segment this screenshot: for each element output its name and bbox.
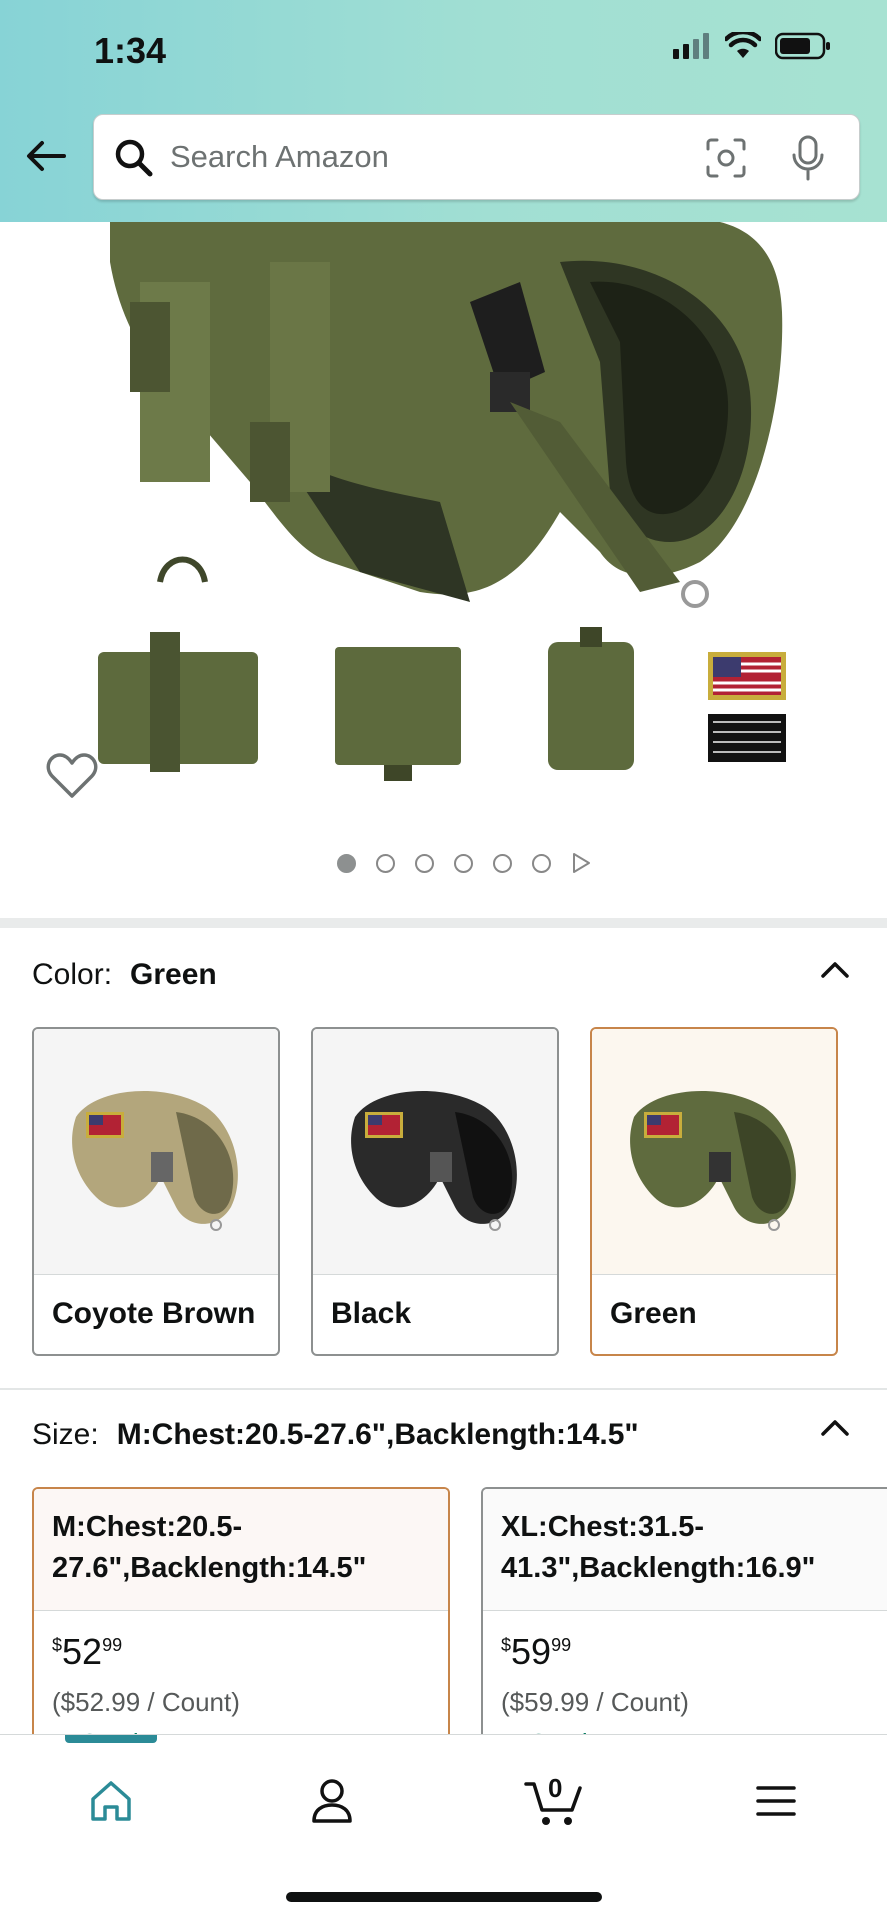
back-arrow-icon[interactable] [22, 132, 70, 180]
size-option-line: M:Chest:20.5- [52, 1511, 243, 1543]
unit-price: ($59.99 / Count) [501, 1687, 689, 1717]
size-option-xl[interactable]: XL:Chest:31.5- 41.3",Backlength:16.9" $5… [481, 1487, 887, 1737]
chevron-up-icon[interactable] [815, 1412, 855, 1442]
wifi-icon [725, 32, 761, 58]
color-label: Color: [32, 958, 113, 991]
size-option-title: XL:Chest:31.5- 41.3",Backlength:16.9" [483, 1489, 887, 1611]
color-option-green[interactable]: Green [590, 1027, 838, 1356]
price-currency: $ [52, 1635, 63, 1655]
price-fraction: 99 [102, 1635, 123, 1655]
microphone-icon[interactable] [791, 135, 825, 181]
carousel-dot[interactable] [414, 853, 434, 873]
cellular-signal-icon [673, 33, 709, 59]
harness-thumbnail [351, 1090, 517, 1231]
tab-cart[interactable]: 0 [524, 1771, 584, 1831]
home-icon [91, 1781, 131, 1821]
app-header: 1:34 [0, 0, 887, 222]
swatch-label: Green [610, 1297, 697, 1330]
color-option-coyote-brown[interactable]: Coyote Brown [32, 1027, 280, 1356]
size-row[interactable]: Size: M:Chest:20.5-27.6",Backlength:14.5" [32, 1418, 639, 1452]
carousel-dot[interactable] [453, 853, 473, 873]
harness-thumbnail [72, 1090, 238, 1231]
camera-scan-icon[interactable] [705, 137, 747, 179]
carousel-dot[interactable] [375, 853, 395, 873]
chevron-up-icon[interactable] [815, 954, 855, 984]
battery-icon [775, 32, 830, 60]
carousel-dot[interactable] [492, 853, 512, 873]
status-time: 1:34 [94, 30, 167, 71]
size-option-line: 27.6",Backlength:14.5" [52, 1552, 367, 1584]
product-image [98, 222, 786, 781]
tab-home[interactable] [81, 1771, 141, 1831]
search-icon [115, 139, 153, 177]
size-selected-value: M:Chest:20.5-27.6",Backlength:14.5" [116, 1418, 639, 1451]
search-bar[interactable] [93, 114, 860, 200]
home-indicator [286, 1892, 602, 1902]
section-divider [0, 918, 887, 928]
price-whole: 52 [62, 1631, 103, 1672]
price: $5999 [483, 1611, 887, 1673]
swatch-image [592, 1029, 836, 1275]
harness-thumbnail [630, 1090, 796, 1231]
swatch-label: Coyote Brown [52, 1297, 256, 1330]
active-tab-indicator [65, 1735, 157, 1743]
unit-price: ($52.99 / Count) [52, 1687, 240, 1717]
size-option-line: XL:Chest:31.5- [501, 1511, 705, 1543]
swatch-image [313, 1029, 557, 1275]
size-option-line: 41.3",Backlength:16.9" [501, 1552, 816, 1584]
price-fraction: 99 [551, 1635, 572, 1655]
color-selected-value: Green [130, 958, 217, 991]
size-option-m[interactable]: M:Chest:20.5- 27.6",Backlength:14.5" $52… [32, 1487, 450, 1737]
swatch-label: Black [331, 1297, 412, 1330]
size-label: Size: [32, 1418, 99, 1451]
heart-icon[interactable] [46, 752, 98, 800]
play-video-icon[interactable] [571, 852, 591, 874]
price: $5299 [34, 1611, 448, 1673]
size-option-title: M:Chest:20.5- 27.6",Backlength:14.5" [34, 1489, 448, 1611]
section-divider [0, 1388, 887, 1390]
tab-account[interactable] [302, 1771, 362, 1831]
tab-menu[interactable] [746, 1771, 806, 1831]
price-currency: $ [501, 1635, 512, 1655]
person-icon [312, 1779, 352, 1823]
product-image-carousel[interactable] [0, 222, 887, 922]
color-row[interactable]: Color: Green [32, 958, 217, 992]
color-option-black[interactable]: Black [311, 1027, 559, 1356]
carousel-dot[interactable] [531, 853, 551, 873]
status-icons [673, 32, 831, 60]
search-input[interactable] [170, 135, 640, 179]
price-whole: 59 [511, 1631, 552, 1672]
cart-count-badge: 0 [548, 1773, 563, 1803]
swatch-image [34, 1029, 278, 1275]
hamburger-menu-icon [756, 1786, 796, 1816]
carousel-dot-active[interactable] [336, 853, 356, 873]
carousel-indicator [0, 852, 887, 874]
